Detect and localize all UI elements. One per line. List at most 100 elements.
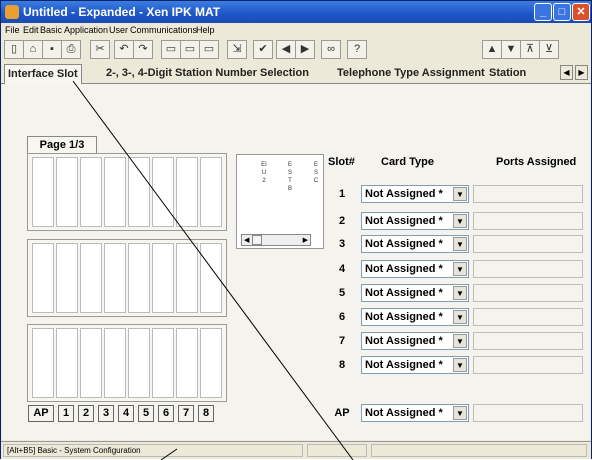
menu-edit[interactable]: Edit (23, 25, 39, 35)
card-type-select-ap[interactable]: Not Assigned * ▼ (361, 404, 469, 422)
scroll-up-icon[interactable]: ▲ (482, 40, 502, 59)
disabled-tool-3-icon[interactable]: ▭ (199, 40, 219, 59)
menu-user[interactable]: User (109, 25, 128, 35)
help-icon[interactable]: ? (347, 40, 367, 59)
cut-icon[interactable]: ✂ (90, 40, 110, 59)
disabled-tool-1-icon[interactable]: ▭ (161, 40, 181, 59)
card-type-select-7[interactable]: Not Assigned * ▼ (361, 332, 469, 350)
card-name-estb: ESTB (287, 162, 292, 192)
slot-column[interactable] (32, 328, 54, 398)
card-type-select-5[interactable]: Not Assigned * ▼ (361, 284, 469, 302)
slot-column[interactable] (80, 157, 102, 227)
chevron-down-icon[interactable]: ▼ (453, 334, 467, 348)
menu-application[interactable]: Application (64, 25, 108, 35)
slot-column[interactable] (128, 157, 150, 227)
scroll-top-icon[interactable]: ⊼ (520, 40, 540, 59)
slot-column[interactable] (128, 243, 150, 313)
slot-column[interactable] (176, 328, 198, 398)
slot-button-4[interactable]: 4 (118, 405, 134, 422)
card-detail-panel: EIU2 ESTB ESC ◀ ▶ (236, 154, 324, 249)
slot-button-5[interactable]: 5 (138, 405, 154, 422)
slot-button-7[interactable]: 7 (178, 405, 194, 422)
toolbar: ▯ ⌂ ▪ ⎙ ✂ ↶ ↷ ▭ ▭ ▭ ⇲ ✔ ◀ ▶ ∞ ? ▲ ▼ ⊼ ⊻ (1, 39, 591, 61)
slot-column[interactable] (104, 328, 126, 398)
chevron-down-icon[interactable]: ▼ (453, 406, 467, 420)
slot-column[interactable] (56, 243, 78, 313)
redo-icon[interactable]: ↷ (133, 40, 153, 59)
slot-button-3[interactable]: 3 (98, 405, 114, 422)
tab-scroll-left-icon[interactable]: ◀ (560, 65, 573, 80)
slot-column[interactable] (104, 243, 126, 313)
scroll-down-icon[interactable]: ▼ (501, 40, 521, 59)
save-icon[interactable]: ▪ (42, 40, 62, 59)
slot-column[interactable] (152, 328, 174, 398)
slot-column[interactable] (200, 243, 222, 313)
slot-column[interactable] (56, 157, 78, 227)
slot-column[interactable] (32, 157, 54, 227)
chevron-down-icon[interactable]: ▼ (453, 237, 467, 251)
minimize-button[interactable]: _ (534, 3, 552, 21)
slot-button-2[interactable]: 2 (78, 405, 94, 422)
maximize-button[interactable]: □ (553, 3, 571, 21)
disabled-tool-2-icon[interactable]: ▭ (180, 40, 200, 59)
tab-station-number-selection[interactable]: 2-, 3-, 4-Digit Station Number Selection (103, 64, 312, 84)
tab-interface-slot[interactable]: Interface Slot (4, 64, 82, 84)
menu-communications[interactable]: Communications (130, 25, 197, 35)
scroll-left-icon[interactable]: ◀ (244, 236, 249, 244)
slot-column[interactable] (32, 243, 54, 313)
scroll-right-icon[interactable]: ▶ (303, 236, 308, 244)
slot-column[interactable] (152, 243, 174, 313)
card-type-select-3[interactable]: Not Assigned * ▼ (361, 235, 469, 253)
slot-number: 5 (338, 287, 346, 299)
app-icon (5, 5, 19, 19)
tab-scroll-right-icon[interactable]: ▶ (575, 65, 588, 80)
chevron-down-icon[interactable]: ▼ (453, 262, 467, 276)
slot-column[interactable] (152, 157, 174, 227)
chevron-down-icon[interactable]: ▼ (453, 214, 467, 228)
close-button[interactable]: ✕ (572, 3, 590, 21)
slot-button-ap[interactable]: AP (28, 405, 54, 422)
check-icon[interactable]: ✔ (253, 40, 273, 59)
slot-column[interactable] (200, 157, 222, 227)
column-header-card-type: Card Type (381, 156, 434, 168)
menu-file[interactable]: File (5, 25, 20, 35)
card-type-select-2[interactable]: Not Assigned * ▼ (361, 212, 469, 230)
tab-telephone-type-assignment[interactable]: Telephone Type Assignment (334, 64, 488, 84)
card-type-select-1[interactable]: Not Assigned * ▼ (361, 185, 469, 203)
connect-icon[interactable]: ∞ (321, 40, 341, 59)
slot-column[interactable] (80, 243, 102, 313)
slot-button-6[interactable]: 6 (158, 405, 174, 422)
slot-button-8[interactable]: 8 (198, 405, 214, 422)
slot-column[interactable] (104, 157, 126, 227)
new-file-icon[interactable]: ▯ (4, 40, 24, 59)
menu-basic[interactable]: Basic (40, 25, 62, 35)
slot-column[interactable] (80, 328, 102, 398)
print-icon[interactable]: ⎙ (61, 40, 81, 59)
tab-station[interactable]: Station (486, 64, 556, 84)
scroll-bottom-icon[interactable]: ⊻ (539, 40, 559, 59)
chevron-down-icon[interactable]: ▼ (453, 286, 467, 300)
menu-help[interactable]: Help (196, 25, 215, 35)
detail-hscrollbar[interactable]: ◀ ▶ (241, 234, 311, 246)
ports-assigned-field (473, 284, 583, 302)
chevron-down-icon[interactable]: ▼ (453, 310, 467, 324)
prev-icon[interactable]: ◀ (276, 40, 296, 59)
chevron-down-icon[interactable]: ▼ (453, 358, 467, 372)
export-icon[interactable]: ⇲ (227, 40, 247, 59)
slot-button-1[interactable]: 1 (58, 405, 74, 422)
slot-column[interactable] (200, 328, 222, 398)
title-bar[interactable]: Untitled - Expanded - Xen IPK MAT _ □ ✕ (1, 1, 591, 23)
card-type-select-8[interactable]: Not Assigned * ▼ (361, 356, 469, 374)
ports-assigned-field (473, 212, 583, 230)
slot-column[interactable] (128, 328, 150, 398)
open-folder-icon[interactable]: ⌂ (23, 40, 43, 59)
scroll-thumb[interactable] (252, 235, 262, 245)
slot-column[interactable] (56, 328, 78, 398)
slot-column[interactable] (176, 243, 198, 313)
chevron-down-icon[interactable]: ▼ (453, 187, 467, 201)
next-icon[interactable]: ▶ (295, 40, 315, 59)
slot-column[interactable] (176, 157, 198, 227)
card-type-select-6[interactable]: Not Assigned * ▼ (361, 308, 469, 326)
card-type-select-4[interactable]: Not Assigned * ▼ (361, 260, 469, 278)
undo-icon[interactable]: ↶ (114, 40, 134, 59)
